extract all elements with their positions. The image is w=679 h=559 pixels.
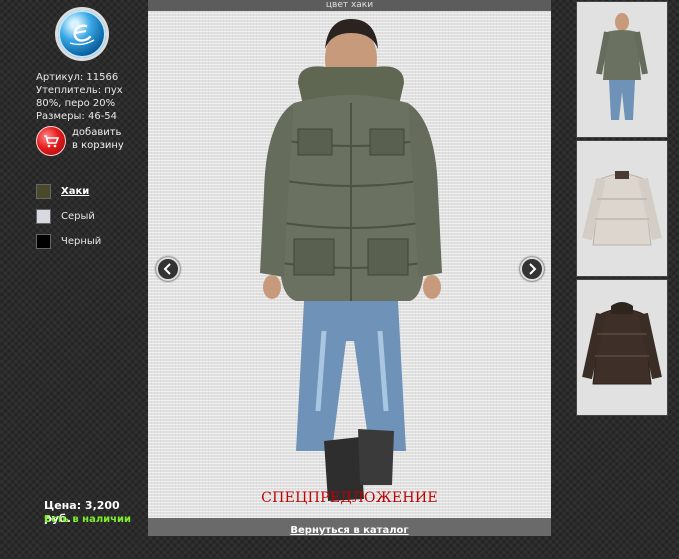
product-sidebar: Артикул: 11566 Утеплитель: пух 80%, перо…	[0, 0, 148, 559]
color-label-khaki: Хаки	[61, 186, 90, 197]
thumbnail-dark-brown[interactable]	[577, 280, 667, 415]
thumbnail-khaki[interactable]	[577, 2, 667, 137]
color-swatch-gray	[36, 209, 51, 224]
brand-logo-icon	[69, 24, 95, 46]
thumbnail-strip	[577, 2, 667, 419]
special-offer-label: СПЕЦПРЕДЛОЖЕНИЕ	[261, 490, 438, 506]
color-label-black: Черный	[61, 236, 102, 247]
product-specs: Артикул: 11566 Утеплитель: пух 80%, перо…	[36, 71, 136, 123]
color-swatch-khaki	[36, 184, 51, 199]
color-swatch-black	[36, 234, 51, 249]
add-to-cart-button[interactable]: добавить в корзину	[36, 126, 124, 156]
color-options: Хаки Серый Черный	[36, 179, 101, 254]
viewer-footer: Вернуться в каталог	[148, 518, 551, 536]
add-to-cart-line-1: добавить	[72, 127, 122, 138]
color-option-khaki[interactable]: Хаки	[36, 179, 101, 204]
next-image-button[interactable]	[520, 257, 544, 281]
add-to-cart-label: добавить в корзину	[72, 126, 124, 152]
previous-image-button[interactable]	[156, 257, 180, 281]
color-option-gray[interactable]: Серый	[36, 204, 101, 229]
thumbnail-dark-brown-image	[582, 302, 662, 385]
stock-status: Есть в наличии	[44, 514, 132, 525]
insulation-line-2: 80%, перо 20%	[36, 98, 116, 109]
chevron-left-icon	[163, 263, 171, 275]
chevron-right-icon	[529, 263, 537, 275]
sizes: Размеры: 46-54	[36, 111, 118, 122]
brand-logo[interactable]	[58, 10, 106, 58]
thumbnail-light-gray-image	[582, 171, 662, 246]
product-photo: СПЕЦПРЕДЛОЖЕНИЕ	[148, 11, 551, 518]
viewer-caption: цвет хаки	[148, 0, 551, 11]
insulation-line-1: Утеплитель: пух	[36, 85, 123, 96]
back-to-catalog-link[interactable]: Вернуться в каталог	[290, 525, 408, 536]
thumbnail-khaki-image	[596, 13, 648, 120]
color-label-gray: Серый	[61, 211, 95, 222]
product-viewer: цвет хаки СПЕЦПРЕДЛОЖЕНИЕ Вернуться в ка…	[148, 0, 551, 536]
add-to-cart-line-2: в корзину	[72, 140, 124, 151]
thumbnail-light-gray[interactable]	[577, 141, 667, 276]
sku: Артикул: 11566	[36, 72, 119, 83]
model-in-jacket-image	[260, 19, 442, 501]
color-option-black[interactable]: Черный	[36, 229, 101, 254]
cart-icon	[36, 126, 66, 156]
